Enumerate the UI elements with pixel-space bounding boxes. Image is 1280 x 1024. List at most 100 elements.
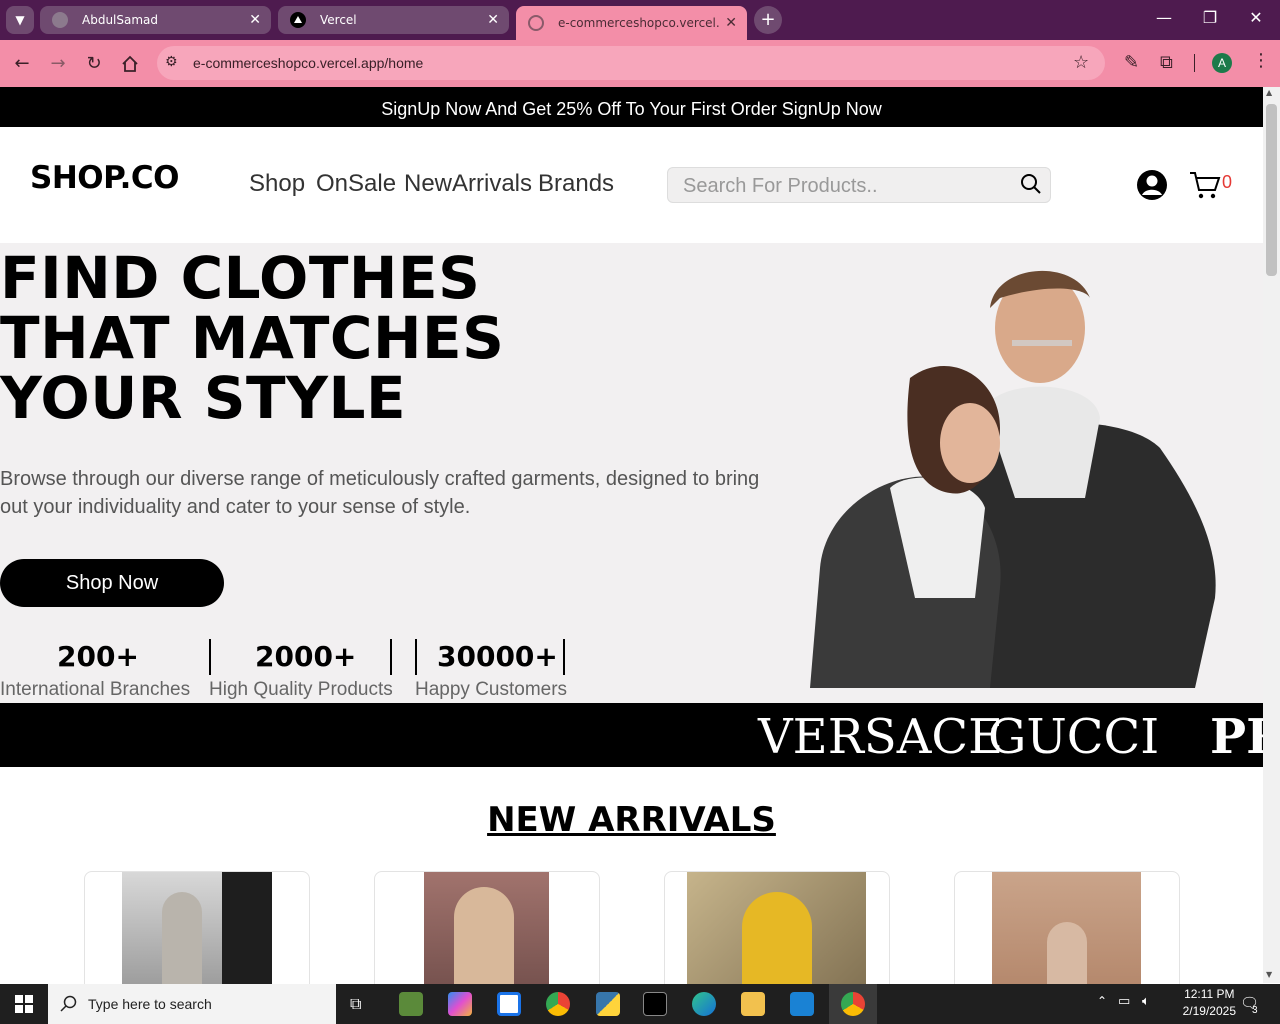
chrome-icon[interactable] <box>546 992 570 1016</box>
file-explorer-icon[interactable] <box>741 992 765 1016</box>
brand-prada[interactable]: PR <box>1210 709 1263 765</box>
search-input[interactable] <box>683 174 1013 198</box>
stat-divider <box>209 639 211 675</box>
brand-strip: VERSACE GUCCI PR <box>0 703 1263 767</box>
headline-line-3: YOUR STYLE <box>0 364 407 432</box>
shop-now-button[interactable]: Shop Now <box>0 559 224 607</box>
minimize-button[interactable]: — <box>1141 8 1187 27</box>
scrollbar-thumb[interactable] <box>1266 104 1277 276</box>
clock-time: 12:11 PM <box>1184 987 1235 1001</box>
notification-count-badge: 3 <box>1252 1005 1258 1016</box>
product-image <box>992 872 1141 1000</box>
vercel-triangle <box>294 16 302 23</box>
globe-icon <box>528 15 544 31</box>
reload-button[interactable]: ↻ <box>82 52 106 76</box>
nav-link-brands[interactable]: Brands <box>538 170 614 198</box>
reload-icon: ↻ <box>86 53 102 74</box>
site-info-icon[interactable]: ⚙ <box>165 54 178 70</box>
tab-search-button[interactable]: ▼ <box>6 6 34 34</box>
back-button[interactable]: ← <box>10 52 34 76</box>
browser-menu-icon[interactable]: ⋮ <box>1252 50 1270 71</box>
new-arrivals-heading: NEW ARRIVALS <box>487 800 776 840</box>
product-card[interactable] <box>374 871 600 1001</box>
edge-icon[interactable] <box>692 992 716 1016</box>
promo-banner[interactable]: SignUp Now And Get 25% Off To Your First… <box>0 87 1263 127</box>
home-icon <box>122 55 138 72</box>
vscode-icon[interactable] <box>790 992 814 1016</box>
taskbar-clock[interactable]: 12:11 PM 2/19/2025 <box>1183 986 1236 1020</box>
stat-value-customers: 30000+ <box>437 640 558 673</box>
cart-icon[interactable] <box>1189 170 1221 200</box>
scroll-up-arrow[interactable]: ▲ <box>1266 88 1272 97</box>
stat-divider <box>563 639 565 675</box>
taskbar-search-box[interactable]: Type here to search <box>48 984 336 1024</box>
new-tab-button[interactable]: + <box>754 6 782 34</box>
address-url[interactable]: e-commerceshopco.vercel.app/home <box>193 55 423 71</box>
search-box <box>667 167 1051 203</box>
product-card[interactable] <box>664 871 890 1001</box>
vercel-icon <box>290 12 306 28</box>
arrow-left-icon: ← <box>14 53 30 74</box>
headline-line-2: THAT MATCHES <box>0 304 505 372</box>
scroll-down-arrow[interactable]: ▼ <box>1266 970 1272 979</box>
bookmark-star-icon[interactable]: ☆ <box>1073 52 1089 73</box>
windows-start-icon[interactable] <box>15 995 33 1013</box>
copilot-icon[interactable] <box>448 992 472 1016</box>
stat-value-branches: 200+ <box>57 640 139 673</box>
pen-extension-icon[interactable]: ✎ <box>1124 52 1139 73</box>
tab-title: e-commerceshopco.vercel.app/ <box>558 16 720 30</box>
search-icon[interactable] <box>1020 173 1042 195</box>
nav-link-shop[interactable]: Shop <box>249 170 305 198</box>
toolbar-separator <box>1194 54 1195 72</box>
nav-link-newarrivals[interactable]: NewArrivals <box>404 170 532 198</box>
browser-tab-shopco[interactable]: e-commerceshopco.vercel.app/ ✕ <box>516 6 747 40</box>
restore-button[interactable]: ❐ <box>1187 8 1233 27</box>
stat-label-products: High Quality Products <box>209 679 393 700</box>
hero-couple-image <box>810 270 1216 688</box>
brand-gucci[interactable]: GUCCI <box>988 709 1159 765</box>
volume-icon[interactable]: 🔈︎ <box>1142 994 1150 1009</box>
close-tab-icon[interactable]: ✕ <box>249 12 261 28</box>
forward-button[interactable]: → <box>46 52 70 76</box>
chevron-down-icon: ▼ <box>15 13 25 27</box>
microsoft-store-icon[interactable] <box>497 992 521 1016</box>
tray-chevron-icon[interactable]: ⌃ <box>1097 994 1107 1008</box>
stat-label-customers: Happy Customers <box>415 679 568 700</box>
product-image <box>122 872 272 1000</box>
taskbar-search-placeholder: Type here to search <box>88 996 212 1012</box>
minecraft-icon[interactable] <box>399 992 423 1016</box>
product-image <box>424 872 549 1000</box>
product-card[interactable] <box>954 871 1180 1001</box>
brand-versace[interactable]: VERSACE <box>758 709 1003 765</box>
network-icon[interactable]: ▭ <box>1118 994 1130 1009</box>
task-view-icon[interactable]: ⧉ <box>350 994 361 1014</box>
site-logo[interactable]: SHOP.CO <box>30 160 180 196</box>
chrome-profile-icon[interactable] <box>841 992 865 1016</box>
nav-link-onsale[interactable]: OnSale <box>316 170 396 198</box>
python-icon[interactable] <box>596 992 620 1016</box>
tab-title: AbdulSamad <box>82 13 159 27</box>
hero-headline: FIND CLOTHES THAT MATCHES YOUR STYLE <box>0 248 504 428</box>
product-image <box>687 872 866 1000</box>
cart-count-badge: 0 <box>1222 172 1233 192</box>
terminal-icon[interactable] <box>643 992 667 1016</box>
product-card[interactable] <box>84 871 310 1001</box>
tab-title: Vercel <box>320 13 357 27</box>
close-tab-icon[interactable]: ✕ <box>487 12 499 28</box>
profile-avatar[interactable]: A <box>1212 53 1232 73</box>
search-icon <box>60 995 77 1012</box>
headline-line-1: FIND CLOTHES <box>0 244 481 312</box>
close-window-button[interactable]: ✕ <box>1233 8 1279 27</box>
github-icon <box>52 12 68 28</box>
home-button[interactable] <box>118 52 142 76</box>
browser-tab-vercel[interactable]: Vercel ✕ <box>278 6 509 34</box>
user-account-icon[interactable] <box>1136 169 1168 201</box>
browser-tab-abdulsamad[interactable]: AbdulSamad ✕ <box>40 6 271 34</box>
close-tab-icon[interactable]: ✕ <box>725 15 737 31</box>
extensions-puzzle-icon[interactable]: ⧉ <box>1160 52 1173 73</box>
arrow-right-icon: → <box>50 53 66 74</box>
stat-divider <box>390 639 392 675</box>
stat-value-products: 2000+ <box>255 640 357 673</box>
stat-divider <box>415 639 417 675</box>
hero-description: Browse through our diverse range of meti… <box>0 468 760 518</box>
